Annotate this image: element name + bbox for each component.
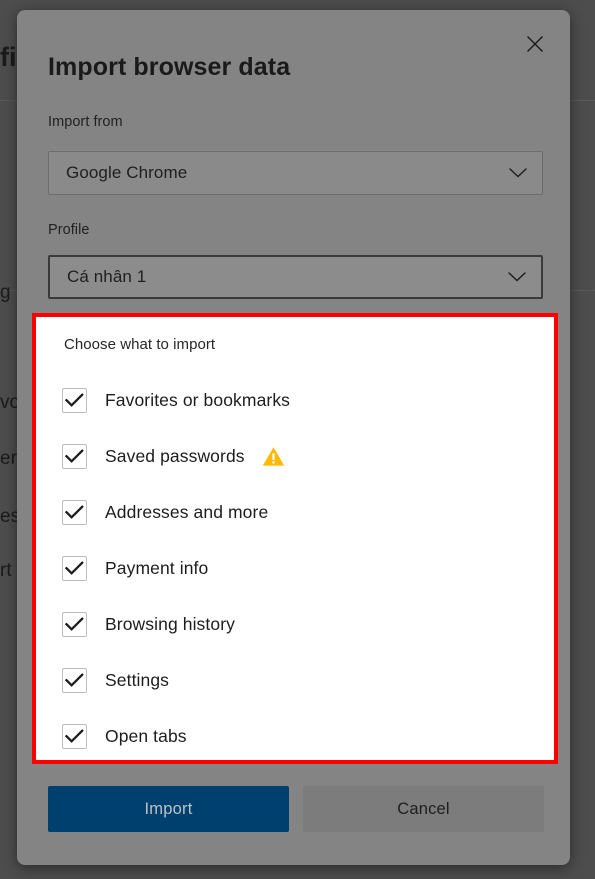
import-option-row[interactable]: Payment info (62, 540, 544, 596)
profile-label: Profile (48, 222, 90, 238)
import-options-list: Favorites or bookmarks Saved passwords Add… (62, 372, 544, 764)
import-option-row[interactable]: Favorites or bookmarks (62, 372, 544, 428)
checkbox-checked[interactable] (62, 499, 87, 525)
import-browser-data-dialog: Import browser data Import from Google C… (17, 10, 570, 865)
dialog-actions: Import Cancel (48, 786, 544, 832)
import-option-label: Payment info (105, 557, 209, 578)
warning-triangle-icon (262, 446, 285, 467)
import-option-label: Saved passwords (105, 445, 245, 466)
import-option-label: Browsing history (105, 613, 235, 634)
checkbox-checked[interactable] (62, 387, 87, 413)
import-option-row[interactable]: Addresses and more (62, 484, 544, 540)
import-option-label: Settings (105, 669, 170, 690)
import-from-label: Import from (48, 114, 123, 130)
checkbox-checked[interactable] (62, 555, 87, 581)
import-button[interactable]: Import (48, 786, 289, 832)
checkbox-checked[interactable] (62, 443, 87, 469)
profile-dropdown[interactable]: Cá nhân 1 (48, 255, 543, 299)
import-option-label: Favorites or bookmarks (105, 389, 291, 410)
import-option-row[interactable]: Browsing history (62, 596, 544, 652)
import-option-row[interactable]: Saved passwords (62, 428, 544, 484)
profile-value: Cá nhân 1 (67, 267, 147, 286)
checkbox-checked[interactable] (62, 723, 87, 749)
chevron-down-icon (508, 167, 528, 179)
backdrop-text-fragment: g (0, 282, 11, 303)
import-from-value: Google Chrome (66, 163, 188, 182)
close-icon (526, 35, 544, 53)
import-option-row[interactable]: Open tabs (62, 708, 544, 764)
chevron-down-icon (507, 271, 527, 283)
backdrop-text-fragment: er (0, 448, 17, 469)
import-option-row[interactable]: Settings (62, 652, 544, 708)
cancel-button[interactable]: Cancel (303, 786, 544, 832)
choose-what-to-import-panel: Choose what to import Favorites or bookm… (32, 313, 558, 764)
import-option-label: Open tabs (105, 725, 187, 746)
import-from-dropdown[interactable]: Google Chrome (48, 151, 543, 195)
checkbox-checked[interactable] (62, 611, 87, 637)
close-button[interactable] (512, 21, 558, 67)
choose-what-to-import-heading: Choose what to import (64, 336, 216, 353)
import-option-label: Addresses and more (105, 501, 269, 522)
checkbox-checked[interactable] (62, 667, 87, 693)
backdrop-text-fragment: rt (0, 560, 12, 581)
dialog-title: Import browser data (48, 53, 291, 81)
